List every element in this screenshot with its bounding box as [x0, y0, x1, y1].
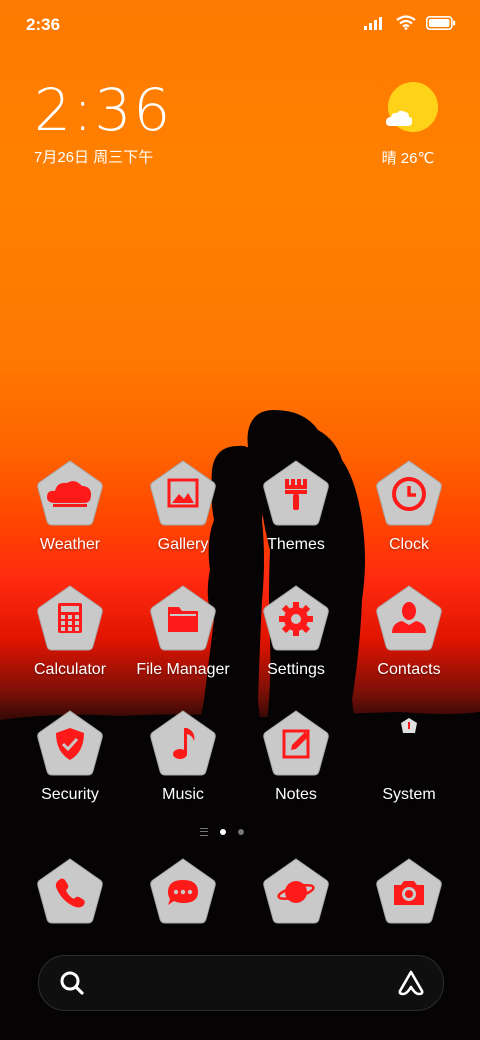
page-dot-active — [220, 829, 226, 835]
app-gallery[interactable]: Gallery — [128, 458, 238, 554]
app-label: Gallery — [157, 536, 209, 553]
dock-messages[interactable] — [128, 856, 238, 928]
clock-widget[interactable]: 2:36 7月26日 周三下午 — [34, 78, 172, 167]
app-icon-bg — [148, 458, 218, 530]
app-icon-bg — [35, 856, 105, 928]
app-label: Music — [162, 786, 204, 803]
search-bar[interactable] — [38, 955, 444, 1011]
signal-icon — [364, 16, 382, 30]
app-icon-bg — [374, 458, 444, 530]
app-label: Security — [41, 786, 99, 803]
widget-time: 2:36 — [34, 76, 173, 144]
battery-icon — [426, 15, 456, 30]
app-file-manager[interactable]: File Manager — [128, 583, 238, 679]
app-label: Settings — [267, 661, 325, 678]
weather-text: 晴 26℃ — [381, 150, 435, 167]
app-label: Notes — [275, 786, 317, 803]
app-icon-bg — [374, 583, 444, 655]
app-label: Calculator — [33, 661, 107, 678]
dock-phone[interactable] — [15, 856, 125, 928]
dock-camera[interactable] — [354, 856, 464, 928]
app-label: Contacts — [377, 661, 441, 678]
app-calculator[interactable]: Calculator — [15, 583, 125, 679]
app-label: File Manager — [136, 661, 230, 678]
app-label: Weather — [39, 536, 101, 553]
page-dot — [238, 829, 244, 835]
wifi-icon — [396, 15, 416, 30]
app-icon-bg — [261, 583, 331, 655]
app-icon-bg — [374, 856, 444, 928]
app-system[interactable]: System — [354, 708, 464, 804]
search-icon[interactable] — [59, 970, 85, 996]
app-icon-bg — [35, 458, 105, 530]
status-bar: 2:36 — [0, 0, 480, 52]
app-icon-bg — [261, 856, 331, 928]
page-list-icon — [200, 828, 208, 836]
sun-cloud-icon — [386, 82, 438, 132]
app-security[interactable]: Security — [15, 708, 125, 804]
widget-date: 7月26日 周三下午 — [34, 149, 154, 166]
app-icon-bg — [261, 708, 331, 780]
page-indicator[interactable] — [200, 828, 244, 836]
gear-icon — [279, 602, 313, 636]
status-time: 2:36 — [26, 15, 61, 34]
app-notes[interactable]: Notes — [241, 708, 351, 804]
app-settings[interactable]: Settings — [241, 583, 351, 679]
app-icon-bg — [35, 708, 105, 780]
app-icon-bg — [148, 583, 218, 655]
app-label: System — [382, 786, 436, 803]
app-icon-bg — [261, 458, 331, 530]
app-weather[interactable]: Weather — [15, 458, 125, 554]
weather-widget[interactable]: 晴 26℃ — [372, 82, 444, 168]
app-icon-bg — [148, 708, 218, 780]
app-music[interactable]: Music — [128, 708, 238, 804]
system-folder-icon — [374, 708, 444, 780]
app-icon-bg — [148, 856, 218, 928]
app-label: Clock — [388, 536, 429, 553]
calculator-icon — [58, 603, 82, 633]
dock-browser[interactable] — [241, 856, 351, 928]
app-contacts[interactable]: Contacts — [354, 583, 464, 679]
app-icon-bg — [35, 583, 105, 655]
status-icons — [364, 15, 456, 30]
assistant-icon[interactable] — [397, 969, 425, 997]
app-themes[interactable]: Themes — [241, 458, 351, 554]
app-clock[interactable]: Clock — [354, 458, 464, 554]
app-label: Themes — [267, 536, 325, 553]
